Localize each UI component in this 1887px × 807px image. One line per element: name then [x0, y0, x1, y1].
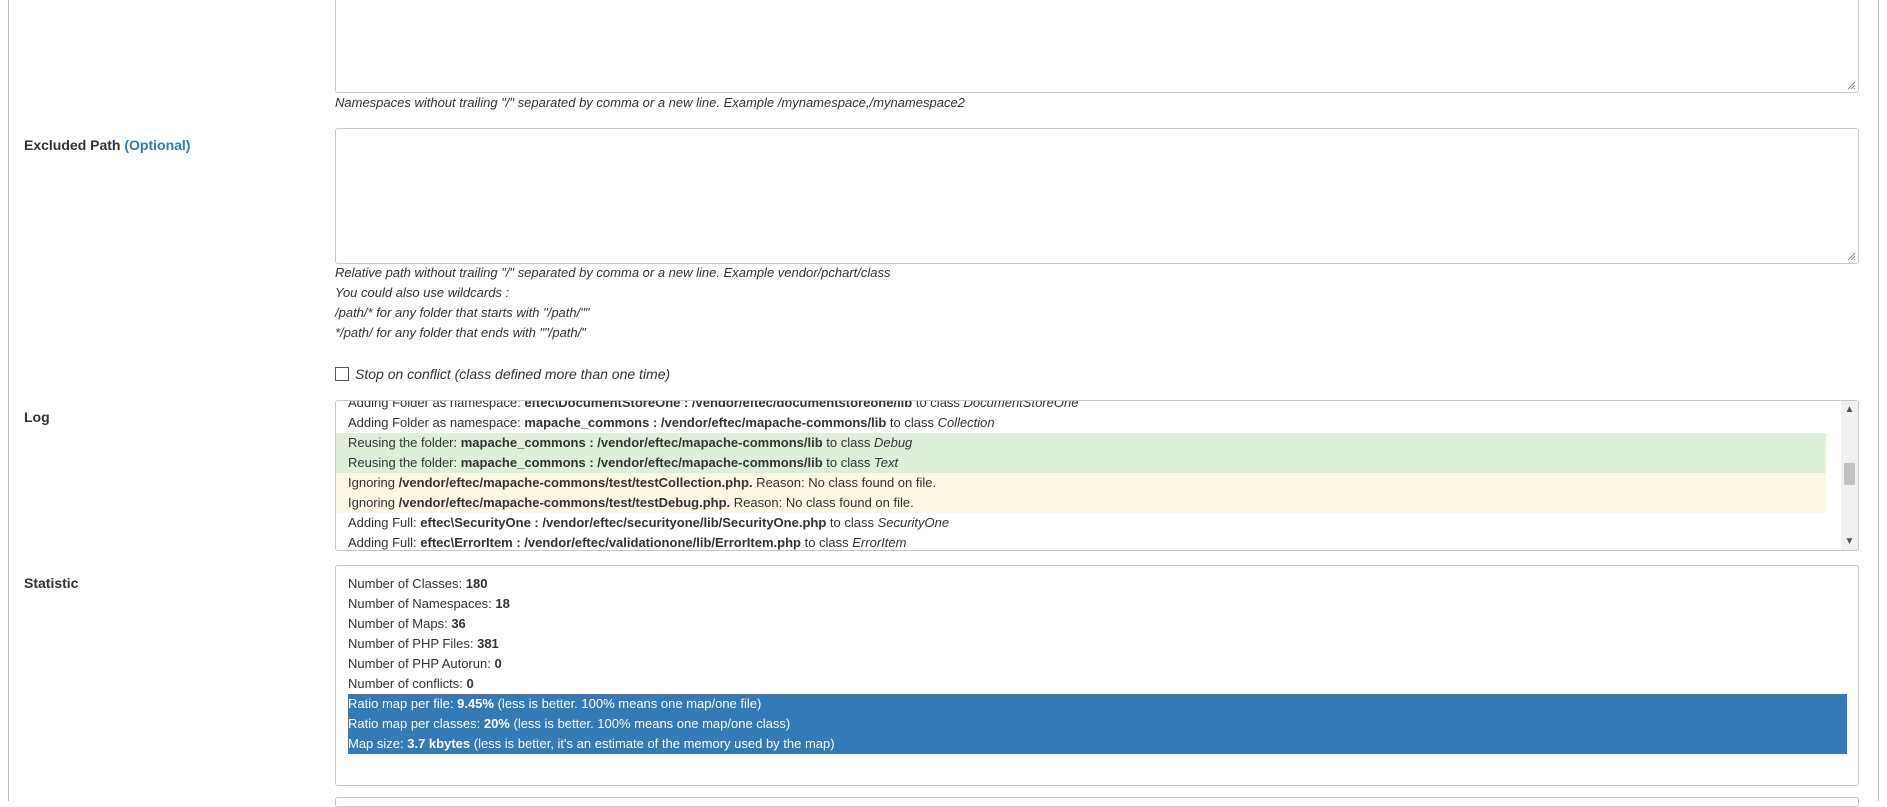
- statistic-line: Number of Namespaces: 18: [348, 594, 1847, 614]
- excluded-path-textarea[interactable]: [335, 128, 1859, 264]
- help-line: /path/* for any folder that starts with …: [335, 305, 590, 320]
- statistic-prefix: Number of Classes:: [348, 576, 466, 591]
- stop-on-conflict-row[interactable]: Stop on conflict (class defined more tha…: [335, 366, 670, 382]
- stop-on-conflict-label: Stop on conflict (class defined more tha…: [355, 366, 671, 382]
- resize-grip-icon[interactable]: [1846, 80, 1856, 90]
- log-line-path: eftec\DocumentStoreOne : /vendor/eftec/d…: [524, 400, 913, 410]
- statistic-value: 3.7 kbytes: [407, 736, 471, 751]
- statistic-value: 0: [466, 676, 474, 691]
- help-line: Relative path without trailing "/" separ…: [335, 265, 891, 280]
- optional-tag: (Optional): [124, 137, 191, 153]
- next-field-box[interactable]: [335, 797, 1859, 807]
- log-line-mid: Reason: No class found on file.: [752, 475, 937, 490]
- log-line-mid: to class: [886, 415, 938, 430]
- stop-on-conflict-checkbox[interactable]: [335, 367, 349, 381]
- namespaces-help: Namespaces without trailing "/" separate…: [335, 95, 965, 110]
- statistic-prefix: Ratio map per classes:: [348, 716, 484, 731]
- log-line-path: mapache_commons : /vendor/eftec/mapache-…: [460, 435, 823, 450]
- log-line-prefix: Adding Folder as namespace:: [348, 415, 525, 430]
- log-line-class: DocumentStoreOne: [963, 400, 1079, 410]
- log-line-class: Collection: [937, 415, 995, 430]
- statistic-prefix: Ratio map per file:: [348, 696, 458, 711]
- statistic-prefix: Number of PHP Files:: [348, 636, 478, 651]
- log-line-path: eftec\SecurityOne : /vendor/eftec/securi…: [420, 515, 827, 530]
- statistic-prefix: Number of PHP Autorun:: [348, 656, 495, 671]
- log-line-mid: to class: [800, 535, 853, 550]
- log-line-class: ErrorItem: [852, 535, 907, 550]
- statistic-value: 180: [465, 576, 488, 591]
- statistic-label: Statistic: [24, 575, 79, 591]
- log-line-mid: Reason: No class found on file.: [730, 495, 914, 510]
- excluded-path-help: Relative path without trailing "/" separ…: [335, 263, 891, 343]
- namespaces-textarea[interactable]: [335, 0, 1859, 93]
- statistic-suffix: (less is better. 100% means one map/one …: [509, 716, 791, 731]
- log-line: Adding Folder as namespace: eftec\Docume…: [336, 400, 1826, 413]
- log-line-prefix: Adding Full:: [348, 515, 421, 530]
- excluded-path-label-text: Excluded Path: [24, 137, 121, 153]
- statistic-line: Ratio map per classes: 20% (less is bett…: [348, 714, 1847, 734]
- log-line-mid: to class: [826, 515, 878, 530]
- statistic-prefix: Number of Maps:: [348, 616, 452, 631]
- log-line-prefix: Adding Folder as namespace:: [348, 400, 525, 410]
- resize-grip-icon[interactable]: [1846, 251, 1856, 261]
- page-border-right: [1878, 0, 1879, 801]
- log-line: Adding Folder as namespace: mapache_comm…: [336, 413, 1826, 433]
- log-line: Adding Full: eftec\ErrorItem : /vendor/e…: [336, 533, 1826, 550]
- log-line: Ignoring /vendor/eftec/mapache-commons/t…: [336, 473, 1826, 493]
- statistic-box: Number of Classes: 180 Number of Namespac…: [335, 565, 1859, 786]
- log-line-prefix: Ignoring: [348, 495, 399, 510]
- log-line-mid: to class: [822, 435, 874, 450]
- log-line-prefix: Adding Full:: [348, 535, 421, 550]
- scroll-up-icon[interactable]: ▲: [1841, 401, 1858, 418]
- statistic-line: Number of Maps: 36: [348, 614, 1847, 634]
- excluded-path-label: Excluded Path (Optional): [24, 137, 190, 153]
- statistic-line: Number of Classes: 180: [348, 574, 1847, 594]
- statistic-value: 36: [451, 616, 466, 631]
- log-line: Ignoring /vendor/eftec/mapache-commons/t…: [336, 493, 1826, 513]
- log-line-path: mapache_commons : /vendor/eftec/mapache-…: [460, 455, 823, 470]
- log-scrollbar[interactable]: ▲ ▼: [1841, 401, 1858, 550]
- log-box[interactable]: Adding Folder as namespace: eftec\Docume…: [335, 400, 1859, 551]
- log-line-mid: to class: [822, 455, 874, 470]
- log-label: Log: [24, 409, 50, 425]
- statistic-line: Number of PHP Files: 381: [348, 634, 1847, 654]
- statistic-prefix: Number of Namespaces:: [348, 596, 496, 611]
- statistic-line: Number of conflicts: 0: [348, 674, 1847, 694]
- statistic-value: 20%: [483, 716, 510, 731]
- scroll-down-icon[interactable]: ▼: [1841, 533, 1858, 550]
- log-line-path: eftec\ErrorItem : /vendor/eftec/validati…: [420, 535, 801, 550]
- log-line-mid: to class: [912, 400, 964, 410]
- log-line: Adding Full: eftec\SecurityOne : /vendor…: [336, 513, 1826, 533]
- scroll-thumb[interactable]: [1844, 463, 1855, 485]
- log-line: Reusing the folder: mapache_commons : /v…: [336, 433, 1826, 453]
- statistic-line: Number of PHP Autorun: 0: [348, 654, 1847, 674]
- statistic-value: 381: [477, 636, 499, 651]
- log-line-prefix: Reusing the folder:: [348, 455, 461, 470]
- statistic-value: 9.45%: [457, 696, 494, 711]
- help-line: */path/ for any folder that ends with ""…: [335, 325, 586, 340]
- log-line-path: /vendor/eftec/mapache-commons/test/testD…: [398, 495, 731, 510]
- statistic-suffix: (less is better, it's an estimate of the…: [470, 736, 835, 751]
- statistic-value: 0: [494, 656, 502, 671]
- log-line-class: Text: [873, 455, 899, 470]
- page-border-left: [8, 0, 9, 801]
- log-line-prefix: Ignoring: [348, 475, 399, 490]
- log-line-class: Debug: [873, 435, 913, 450]
- log-line-class: SecurityOne: [877, 515, 950, 530]
- statistic-value: 18: [495, 596, 510, 611]
- statistic-prefix: Number of conflicts:: [348, 676, 467, 691]
- statistic-line: Map size: 3.7 kbytes (less is better, it…: [348, 734, 1847, 754]
- statistic-line: Ratio map per file: 9.45% (less is bette…: [348, 694, 1847, 714]
- log-line: Reusing the folder: mapache_commons : /v…: [336, 453, 1826, 473]
- statistic-suffix: (less is better. 100% means one map/one …: [493, 696, 762, 711]
- statistic-prefix: Map size:: [348, 736, 408, 751]
- log-line-path: mapache_commons : /vendor/eftec/mapache-…: [524, 415, 887, 430]
- log-line-path: /vendor/eftec/mapache-commons/test/testC…: [398, 475, 753, 490]
- log-line-prefix: Reusing the folder:: [348, 435, 461, 450]
- help-line: You could also use wildcards :: [335, 285, 510, 300]
